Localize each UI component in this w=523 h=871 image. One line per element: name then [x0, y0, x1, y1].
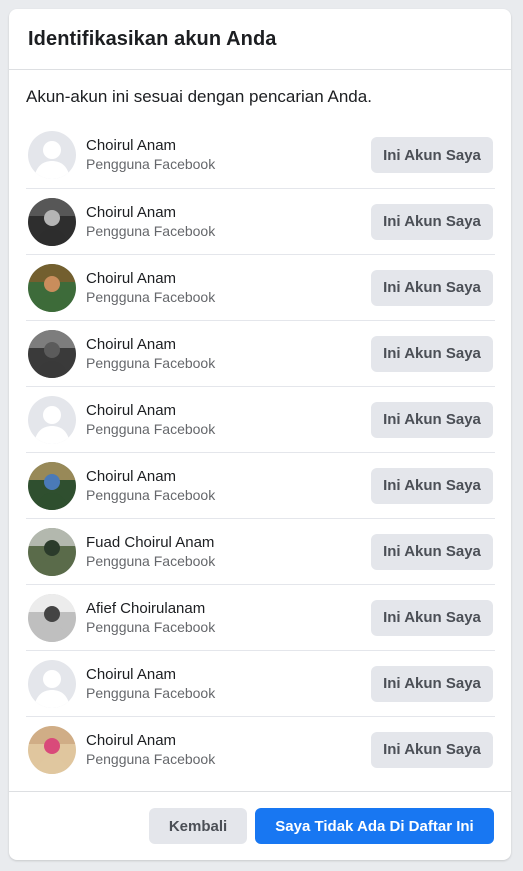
account-subtitle: Pengguna Facebook — [86, 354, 216, 371]
account-info: Fuad Choirul Anam Pengguna Facebook — [86, 534, 371, 570]
account-info: Choirul Anam Pengguna Facebook — [86, 137, 371, 173]
profile-photo-avatar — [28, 461, 76, 510]
account-subtitle: Pengguna Facebook — [86, 684, 216, 701]
account-info: Choirul Anam Pengguna Facebook — [86, 666, 371, 702]
account-name: Choirul Anam — [86, 335, 177, 353]
this-is-my-account-button[interactable]: Ini Akun Saya — [371, 203, 493, 240]
account-row: Choirul Anam Pengguna Facebook Ini Akun Sa… — [26, 320, 495, 386]
account-info: Choirul Anam Pengguna Facebook — [86, 402, 371, 438]
profile-photo-avatar — [28, 329, 76, 378]
account-row: Choirul Anam Pengguna Facebook Ini Akun Sa… — [26, 716, 495, 782]
dialog-footer: Kembali Saya Tidak Ada Di Daftar Ini — [9, 791, 511, 860]
account-subtitle: Pengguna Facebook — [86, 222, 216, 239]
account-name: Choirul Anam — [86, 269, 177, 287]
account-subtitle: Pengguna Facebook — [86, 618, 216, 635]
default-avatar-icon — [28, 131, 76, 179]
account-row: Choirul Anam Pengguna Facebook Ini Akun Sa… — [26, 452, 495, 518]
account-subtitle: Pengguna Facebook — [86, 420, 216, 437]
account-name: Afief Choirulanam — [86, 599, 206, 617]
dialog-header: Identifikasikan akun Anda — [9, 9, 511, 70]
results-intro-text: Akun-akun ini sesuai dengan pencarian An… — [26, 87, 372, 106]
this-is-my-account-button[interactable]: Ini Akun Saya — [371, 137, 493, 173]
account-row: Choirul Anam Pengguna Facebook Ini Akun Sa… — [26, 650, 495, 716]
account-info: Choirul Anam Pengguna Facebook — [86, 204, 371, 240]
account-info: Afief Choirulanam Pengguna Facebook — [86, 600, 371, 636]
this-is-my-account-button[interactable]: Ini Akun Saya — [371, 665, 493, 702]
profile-photo-avatar — [28, 593, 76, 642]
account-name: Choirul Anam — [86, 665, 177, 683]
account-row: Choirul Anam Pengguna Facebook Ini Akun Sa… — [26, 122, 495, 188]
profile-photo-avatar — [28, 725, 76, 774]
account-subtitle: Pengguna Facebook — [86, 552, 216, 569]
account-subtitle: Pengguna Facebook — [86, 486, 216, 503]
account-row: Fuad Choirul Anam Pengguna Facebook Ini Ak… — [26, 518, 495, 584]
account-name: Choirul Anam — [86, 731, 177, 749]
account-name: Choirul Anam — [86, 137, 177, 154]
account-name: Choirul Anam — [86, 401, 177, 419]
this-is-my-account-button[interactable]: Ini Akun Saya — [371, 599, 493, 636]
this-is-my-account-button[interactable]: Ini Akun Saya — [371, 269, 493, 306]
not-in-list-button[interactable]: Saya Tidak Ada Di Daftar Ini — [255, 808, 494, 844]
account-info: Choirul Anam Pengguna Facebook — [86, 270, 371, 306]
account-list: Choirul Anam Pengguna Facebook Ini Akun Sa… — [9, 122, 511, 782]
account-name: Choirul Anam — [86, 467, 177, 485]
account-row: Afief Choirulanam Pengguna Facebook Ini Ak… — [26, 584, 495, 650]
dialog-title: Identifikasikan akun Anda — [28, 27, 277, 50]
this-is-my-account-button[interactable]: Ini Akun Saya — [371, 401, 493, 438]
this-is-my-account-button[interactable]: Ini Akun Saya — [371, 731, 493, 768]
this-is-my-account-button[interactable]: Ini Akun Saya — [371, 533, 493, 570]
this-is-my-account-button[interactable]: Ini Akun Saya — [371, 467, 493, 504]
account-subtitle: Pengguna Facebook — [86, 156, 216, 172]
profile-photo-avatar — [28, 197, 76, 246]
account-name: Fuad Choirul Anam — [86, 533, 215, 551]
account-subtitle: Pengguna Facebook — [86, 288, 216, 305]
account-row: Choirul Anam Pengguna Facebook Ini Akun Sa… — [26, 386, 495, 452]
account-name: Choirul Anam — [86, 203, 177, 221]
default-avatar-icon — [28, 659, 76, 708]
account-subtitle: Pengguna Facebook — [86, 750, 216, 767]
account-info: Choirul Anam Pengguna Facebook — [86, 336, 371, 372]
account-row: Choirul Anam Pengguna Facebook Ini Akun Sa… — [26, 254, 495, 320]
identify-account-dialog: Identifikasikan akun Anda Akun-akun ini … — [9, 9, 511, 860]
default-avatar-icon — [28, 395, 76, 444]
this-is-my-account-button[interactable]: Ini Akun Saya — [371, 335, 493, 372]
account-info: Choirul Anam Pengguna Facebook — [86, 732, 371, 768]
profile-photo-avatar — [28, 527, 76, 576]
account-info: Choirul Anam Pengguna Facebook — [86, 468, 371, 504]
profile-photo-avatar — [28, 263, 76, 312]
account-row: Choirul Anam Pengguna Facebook Ini Akun Sa… — [26, 188, 495, 254]
back-button[interactable]: Kembali — [149, 808, 247, 844]
